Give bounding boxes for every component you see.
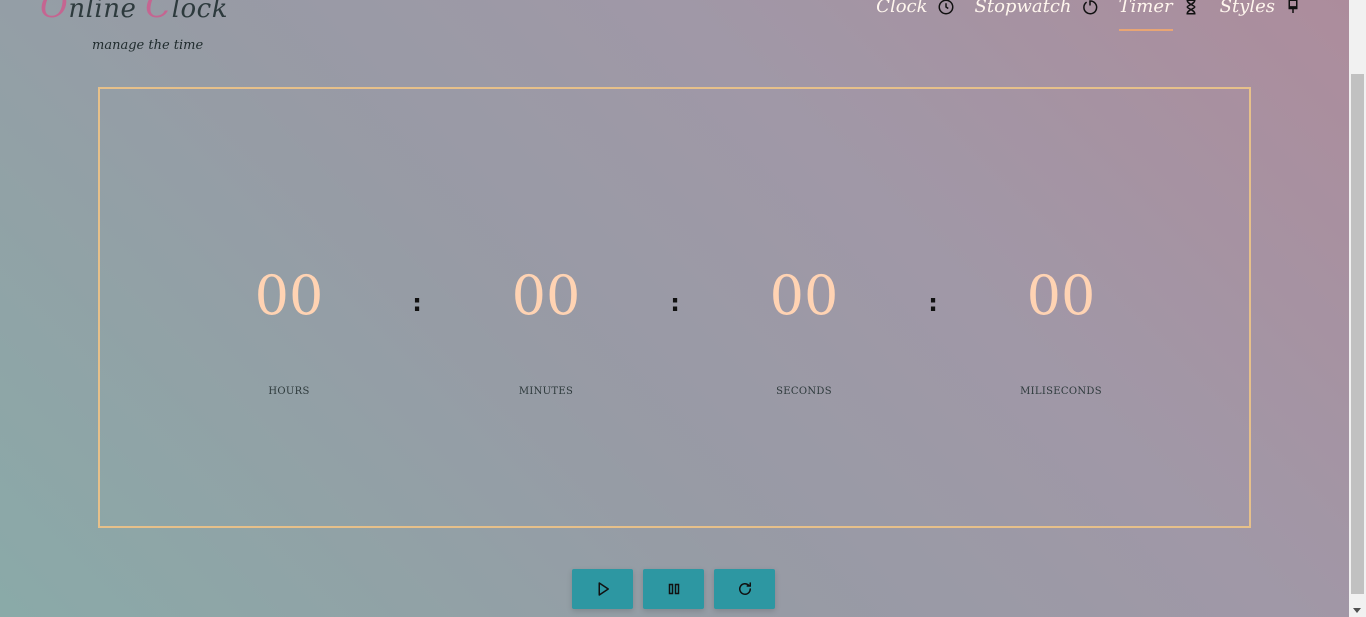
pause-icon <box>668 583 679 595</box>
minutes-label: MINUTES <box>518 386 574 397</box>
logo-cap-o: O <box>40 0 69 26</box>
tagline: manage the time <box>92 38 204 53</box>
nav-clock-label: Clock <box>876 0 928 17</box>
logo-cap-c: C <box>145 0 172 26</box>
minutes-value: 00 <box>511 264 581 327</box>
hours-unit: 00 HOURS <box>209 261 369 397</box>
scrollbar-thumb[interactable] <box>1351 74 1364 594</box>
milliseconds-label: MILISECONDS <box>1020 386 1102 397</box>
minutes-unit: 00 MINUTES <box>466 261 626 397</box>
reset-button[interactable] <box>714 569 775 609</box>
seconds-label: SECONDS <box>776 386 832 397</box>
stopwatch-icon <box>1082 0 1097 14</box>
pause-button[interactable] <box>643 569 704 609</box>
logo-word-clock: lock <box>171 0 228 24</box>
milliseconds-unit: 00 MILISECONDS <box>981 261 1141 397</box>
separator: : <box>412 289 422 317</box>
separator: : <box>670 289 680 317</box>
timer-display-frame: 00 HOURS : 00 MINUTES : 00 SECONDS : 00 … <box>98 87 1251 528</box>
nav-timer[interactable]: Timer <box>1118 0 1200 31</box>
nav-clock[interactable]: Clock <box>876 0 954 25</box>
nav-styles-label: Styles <box>1219 0 1275 17</box>
main-nav: Clock Stopwatch Timer Styles <box>876 0 1302 31</box>
nav-stopwatch-label: Stopwatch <box>974 0 1072 17</box>
seconds-value: 00 <box>769 264 839 327</box>
scroll-down-arrow-icon[interactable] <box>1353 608 1361 613</box>
nav-timer-label: Timer <box>1118 0 1173 31</box>
brush-icon <box>1288 0 1298 13</box>
hourglass-icon <box>1186 0 1196 14</box>
milliseconds-value: 00 <box>1026 264 1096 327</box>
reset-icon <box>738 582 751 595</box>
timer-controls <box>572 569 775 609</box>
seconds-unit: 00 SECONDS <box>724 261 884 397</box>
nav-stopwatch[interactable]: Stopwatch <box>975 0 1099 25</box>
timer-page: Online Clock manage the time Clock Stopw… <box>0 0 1366 617</box>
play-icon <box>598 582 609 596</box>
clock-icon <box>938 0 954 14</box>
app-logo[interactable]: Online Clock <box>40 0 228 26</box>
start-button[interactable] <box>572 569 633 609</box>
separator: : <box>928 289 938 317</box>
hours-label: HOURS <box>268 386 310 397</box>
page-scrollbar[interactable] <box>1349 0 1366 617</box>
hours-value: 00 <box>254 264 324 327</box>
timer-units: 00 HOURS : 00 MINUTES : 00 SECONDS : 00 … <box>100 89 1249 526</box>
nav-styles[interactable]: Styles <box>1220 0 1302 25</box>
logo-word-online: nline <box>68 0 146 24</box>
